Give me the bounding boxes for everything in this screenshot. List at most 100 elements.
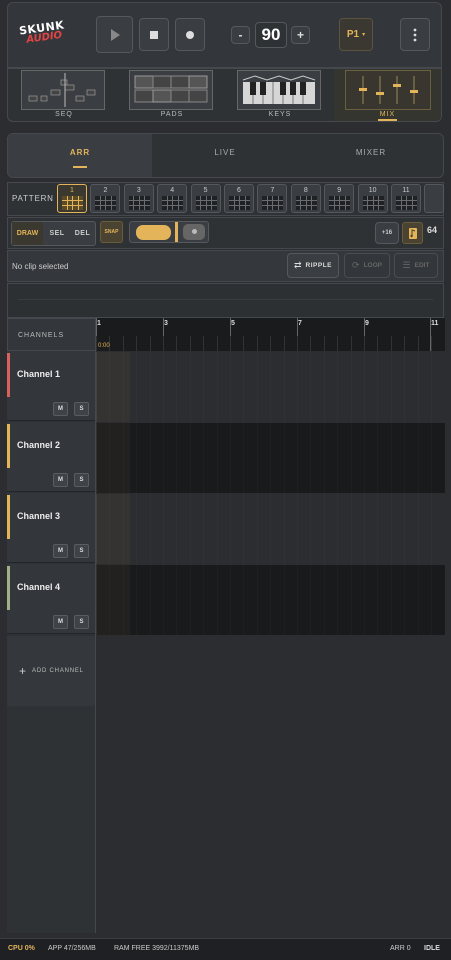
pattern-slot[interactable]: 1: [57, 184, 87, 213]
track-lane[interactable]: [96, 352, 445, 422]
pattern-slot[interactable]: 8: [290, 184, 321, 213]
solo-button[interactable]: S: [74, 544, 89, 558]
mode-mix-label: MIX: [379, 111, 396, 118]
track-lane[interactable]: [96, 423, 445, 493]
mode-keys[interactable]: KEYS: [230, 68, 330, 122]
tempo-decrease-button[interactable]: -: [231, 26, 250, 44]
channel-header[interactable]: Channel 2 MS: [7, 422, 95, 492]
pattern-slot[interactable]: 2: [90, 184, 121, 213]
mute-button[interactable]: M: [53, 615, 68, 629]
channel-header[interactable]: Channel 4 MS: [7, 564, 95, 634]
beat-gridline: [323, 494, 325, 564]
add-channel-button[interactable]: + ADD CHANNEL: [7, 636, 95, 706]
loop-button[interactable]: ⟳ LOOP: [344, 253, 390, 278]
pattern-slot[interactable]: 5: [190, 184, 221, 213]
beat-gridline: [404, 494, 406, 564]
beat-gridline: [323, 565, 325, 635]
loop-region-highlight: [96, 565, 130, 635]
tab-arr-indicator: [73, 166, 87, 168]
tool-draw-button[interactable]: DRAW: [12, 222, 43, 245]
pattern-slot[interactable]: 4: [157, 184, 188, 213]
track-lane[interactable]: [96, 565, 445, 635]
edit-button[interactable]: ☰ EDIT: [394, 253, 438, 278]
keys-icon: [237, 70, 321, 110]
overview-line: [18, 299, 433, 300]
pattern-slot[interactable]: 10: [357, 184, 388, 213]
mute-button[interactable]: M: [53, 402, 68, 416]
mode-seq-label: SEQ: [55, 111, 73, 118]
ruler-beat-line: [297, 336, 298, 351]
record-icon: [186, 30, 194, 39]
solo-button[interactable]: S: [74, 615, 89, 629]
pattern-slot[interactable]: 9: [324, 184, 355, 213]
ruler-beat-line: [364, 336, 365, 351]
zoom-toggle[interactable]: [183, 224, 205, 240]
mode-pads[interactable]: PADS: [122, 68, 222, 122]
ruler-beat-line: [350, 336, 352, 351]
mode-mix[interactable]: MIX: [334, 69, 441, 121]
ruler-beat-line: [96, 336, 97, 351]
mode-seq[interactable]: SEQ: [14, 68, 114, 122]
tempo-display[interactable]: 90: [255, 22, 287, 48]
tab-live-label: LIVE: [214, 148, 236, 157]
stop-button[interactable]: [139, 18, 169, 51]
zoom-slider[interactable]: [129, 221, 209, 243]
beat-gridline: [350, 565, 352, 635]
snap-button[interactable]: SNAP: [100, 221, 123, 243]
beat-gridline: [337, 423, 339, 493]
beat-gridline: [417, 565, 419, 635]
ruler-beat-line: [203, 336, 205, 351]
beat-gridline: [270, 423, 272, 493]
toggle-knob-icon: [192, 229, 197, 234]
tool-select-button[interactable]: SEL: [44, 222, 70, 245]
beat-gridline: [149, 352, 151, 422]
beat-gridline: [390, 494, 392, 564]
tab-arr[interactable]: ARR: [8, 134, 152, 177]
overview-strip[interactable]: [7, 283, 444, 318]
mute-button[interactable]: M: [53, 544, 68, 558]
ruler-beat-line: [323, 336, 325, 351]
tab-live[interactable]: LIVE: [152, 134, 298, 177]
mode-pads-label: PADS: [160, 111, 184, 118]
solo-button[interactable]: S: [74, 473, 89, 487]
beat-gridline: [243, 494, 245, 564]
note-length-button[interactable]: [402, 222, 423, 244]
ruler-beat-line: [216, 336, 218, 351]
loop-region-highlight: [96, 352, 130, 422]
track-lane[interactable]: [96, 494, 445, 564]
menu-button[interactable]: [400, 18, 430, 51]
pattern-slot[interactable]: 6: [224, 184, 254, 213]
ripple-button[interactable]: ⇄ RIPPLE: [287, 253, 339, 278]
beat-gridline: [230, 423, 231, 493]
beat-gridline: [364, 423, 365, 493]
record-button[interactable]: [175, 18, 205, 51]
stop-icon: [150, 30, 158, 39]
ruler-beat-line: [136, 336, 138, 351]
mute-button[interactable]: M: [53, 473, 68, 487]
beat-gridline: [136, 565, 138, 635]
zoom-slider-handle[interactable]: [175, 222, 178, 242]
plus16-button[interactable]: +16: [375, 222, 399, 244]
beat-gridline: [136, 494, 138, 564]
play-button[interactable]: [96, 16, 133, 53]
pattern-slot[interactable]: 7: [257, 184, 288, 213]
preset-selector[interactable]: P1 ▾: [339, 18, 373, 51]
pattern-slot-partial[interactable]: [424, 184, 444, 213]
pattern-slot[interactable]: 11: [391, 184, 421, 213]
beat-gridline: [404, 352, 406, 422]
channel-header[interactable]: Channel 1 MS: [7, 351, 95, 421]
beat-gridline: [149, 423, 151, 493]
tab-mixer[interactable]: MIXER: [298, 134, 444, 177]
tool-delete-button[interactable]: DEL: [70, 222, 95, 245]
channel-header[interactable]: Channel 3 MS: [7, 493, 95, 563]
pattern-number: 2: [103, 187, 108, 194]
pattern-slot[interactable]: 3: [123, 184, 154, 213]
beat-gridline: [417, 352, 419, 422]
beat-gridline: [390, 565, 392, 635]
beat-gridline: [337, 565, 339, 635]
beat-gridline: [216, 352, 218, 422]
beat-gridline: [176, 423, 178, 493]
pattern-grid-icon: [396, 196, 417, 210]
tempo-increase-button[interactable]: +: [291, 26, 310, 44]
solo-button[interactable]: S: [74, 402, 89, 416]
